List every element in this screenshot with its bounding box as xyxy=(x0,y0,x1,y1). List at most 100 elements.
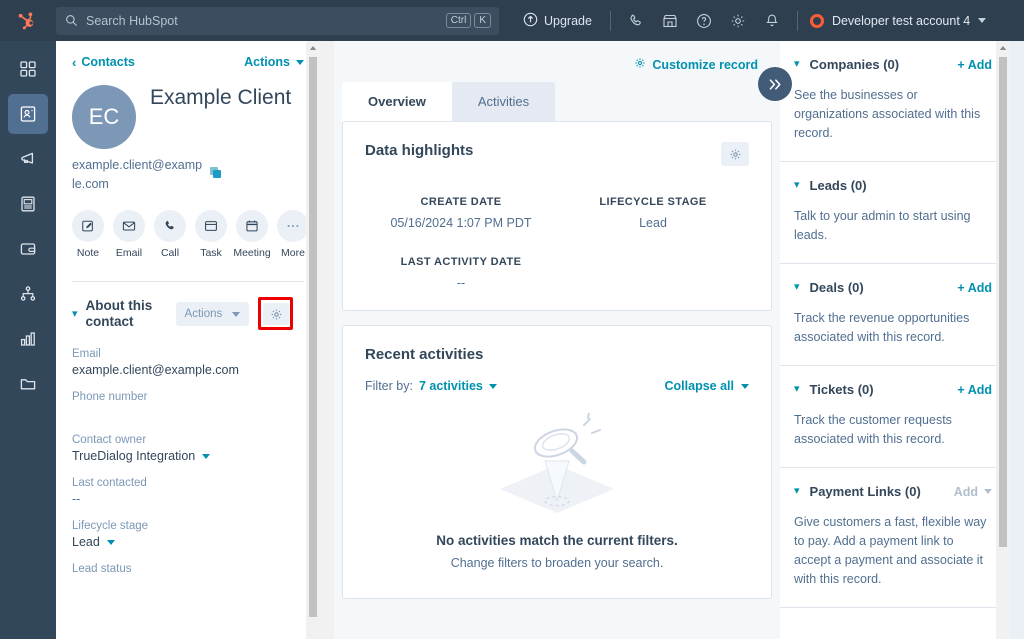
add-ticket-button[interactable]: + Add xyxy=(957,383,992,397)
folder-icon xyxy=(20,379,36,390)
quick-action-call[interactable]: Call xyxy=(154,210,186,259)
left-panel-scrollbar[interactable] xyxy=(306,41,320,639)
right-panel-scrollbar[interactable] xyxy=(996,41,1010,639)
quick-action-email[interactable]: Email xyxy=(113,210,145,259)
rail-item-reporting[interactable] xyxy=(8,319,48,359)
center-left-scroll-gutter xyxy=(320,41,334,639)
section-deals: ▾ Deals (0) + Add Track the revenue oppo… xyxy=(780,264,1010,366)
recent-activities-title: Recent activities xyxy=(365,346,484,363)
contact-identity: EC Example Client xyxy=(72,85,304,149)
upgrade-label: Upgrade xyxy=(544,13,592,28)
highlight-last-activity-date: LAST ACTIVITY DATE -- xyxy=(365,256,557,290)
gear-icon xyxy=(634,57,646,72)
add-deal-button[interactable]: + Add xyxy=(957,281,992,295)
quick-action-label: Task xyxy=(200,247,222,259)
section-title: Companies (0) xyxy=(809,57,900,72)
chevron-down-icon xyxy=(984,489,992,494)
section-payment-links: ▾ Payment Links (0) Add Give customers a… xyxy=(780,468,1010,608)
rail-item-marketing[interactable] xyxy=(8,139,48,179)
phone-icon[interactable] xyxy=(619,4,653,38)
property-label: Lead status xyxy=(72,563,132,575)
quick-action-note[interactable]: Note xyxy=(72,210,104,259)
double-chevron-right-icon xyxy=(769,78,781,90)
search-placeholder: Search HubSpot xyxy=(86,13,178,28)
contact-sidebar-header: ‹ Contacts Actions xyxy=(72,55,304,69)
gear-icon[interactable] xyxy=(721,4,755,38)
customize-record-link[interactable]: Customize record xyxy=(634,57,758,72)
record-workspace: ‹ Contacts Actions EC Example Client exa… xyxy=(56,41,1024,639)
quick-action-more[interactable]: More xyxy=(277,210,309,259)
about-actions-label: Actions xyxy=(184,308,223,320)
help-circle-icon[interactable] xyxy=(687,4,721,38)
filter-activities-dropdown[interactable]: 7 activities xyxy=(419,379,497,393)
account-menu[interactable]: Developer test account 4 xyxy=(806,13,987,28)
scrollbar-thumb[interactable] xyxy=(999,57,1007,547)
property-value-row[interactable]: Lead xyxy=(72,535,304,549)
chevron-down-icon[interactable]: ▾ xyxy=(794,282,800,293)
chevron-down-icon[interactable]: ▾ xyxy=(72,308,78,320)
quick-action-task[interactable]: Task xyxy=(195,210,227,259)
copy-icon[interactable] xyxy=(209,166,223,185)
tab-activities[interactable]: Activities xyxy=(451,82,556,121)
add-company-button[interactable]: + Add xyxy=(957,58,992,72)
global-search-input[interactable]: Search HubSpot Ctrl K xyxy=(56,6,499,35)
highlight-value: Lead xyxy=(639,216,667,230)
back-to-contacts-link[interactable]: ‹ Contacts xyxy=(72,55,135,69)
property-label: Phone number xyxy=(72,391,148,403)
hubspot-sprocket-logo-icon[interactable] xyxy=(0,0,56,41)
about-actions-button[interactable]: Actions xyxy=(175,302,250,326)
hubspot-crm-window: Search HubSpot Ctrl K Upgrade Developer … xyxy=(0,0,1024,639)
rail-item-contacts[interactable] xyxy=(8,94,48,134)
add-payment-link-button[interactable]: Add xyxy=(954,485,992,499)
contact-sidebar-panel: ‹ Contacts Actions EC Example Client exa… xyxy=(56,41,320,639)
data-highlights-card: Data highlights CREATE DATE 05/16/2024 1… xyxy=(342,121,772,311)
property-label: Last contacted xyxy=(72,477,147,489)
rail-item-library[interactable] xyxy=(8,364,48,404)
contact-actions-dropdown[interactable]: Actions xyxy=(244,55,304,69)
property-value[interactable]: example.client@example.com xyxy=(72,363,304,377)
property-label: Lifecycle stage xyxy=(72,520,149,532)
highlight-label: LIFECYCLE STAGE xyxy=(599,196,707,208)
expand-sidebar-toggle-button[interactable] xyxy=(758,67,792,101)
avatar: EC xyxy=(72,85,136,149)
collapse-all-dropdown[interactable]: Collapse all xyxy=(665,379,749,393)
bell-icon[interactable] xyxy=(755,4,789,38)
rail-item-automation[interactable] xyxy=(8,274,48,314)
chevron-down-icon[interactable]: ▾ xyxy=(794,59,800,70)
nav-divider-1 xyxy=(609,10,611,31)
chevron-down-icon xyxy=(978,18,987,23)
rail-item-content[interactable] xyxy=(8,184,48,224)
contact-actions-label: Actions xyxy=(244,55,290,69)
quick-action-meeting[interactable]: Meeting xyxy=(233,210,271,259)
rail-item-commerce[interactable] xyxy=(8,229,48,269)
chevron-down-icon[interactable]: ▾ xyxy=(794,180,800,191)
scroll-up-arrow-icon[interactable] xyxy=(996,41,1010,55)
about-section-title: About this contact xyxy=(85,298,153,329)
customize-record-label: Customize record xyxy=(652,57,758,72)
rail-item-dashboard[interactable] xyxy=(8,49,48,89)
property-value-row[interactable]: TrueDialog Integration xyxy=(72,449,304,463)
chevron-down-icon[interactable]: ▾ xyxy=(794,384,800,395)
contact-email[interactable]: example.client@example.com xyxy=(72,156,204,194)
account-ring-icon xyxy=(809,13,824,28)
content-page-icon xyxy=(21,196,35,212)
section-description: Give customers a fast, flexible way to p… xyxy=(794,515,987,586)
data-highlights-gear-button[interactable] xyxy=(721,142,749,166)
chevron-down-icon[interactable]: ▾ xyxy=(794,486,800,497)
section-title: Payment Links (0) xyxy=(809,484,921,499)
property-value[interactable]: -- xyxy=(72,492,304,506)
ellipsis-icon xyxy=(277,210,309,242)
top-nav-right-group: Upgrade Developer test account 4 xyxy=(513,4,987,38)
upgrade-button[interactable]: Upgrade xyxy=(513,12,602,30)
collapse-all-label: Collapse all xyxy=(664,379,734,393)
scrollbar-thumb[interactable] xyxy=(309,57,317,617)
highlight-lifecycle-stage: LIFECYCLE STAGE Lead xyxy=(557,196,749,230)
section-description: Track the revenue opportunities associat… xyxy=(794,311,970,344)
scroll-up-arrow-icon[interactable] xyxy=(306,41,320,55)
record-tabs: Overview Activities xyxy=(334,82,780,121)
search-shortcut-hint: Ctrl K xyxy=(445,13,491,28)
tab-overview[interactable]: Overview xyxy=(342,82,452,121)
marketplace-icon[interactable] xyxy=(653,4,687,38)
about-settings-gear-button[interactable] xyxy=(263,303,290,325)
section-title: Tickets (0) xyxy=(809,382,874,397)
